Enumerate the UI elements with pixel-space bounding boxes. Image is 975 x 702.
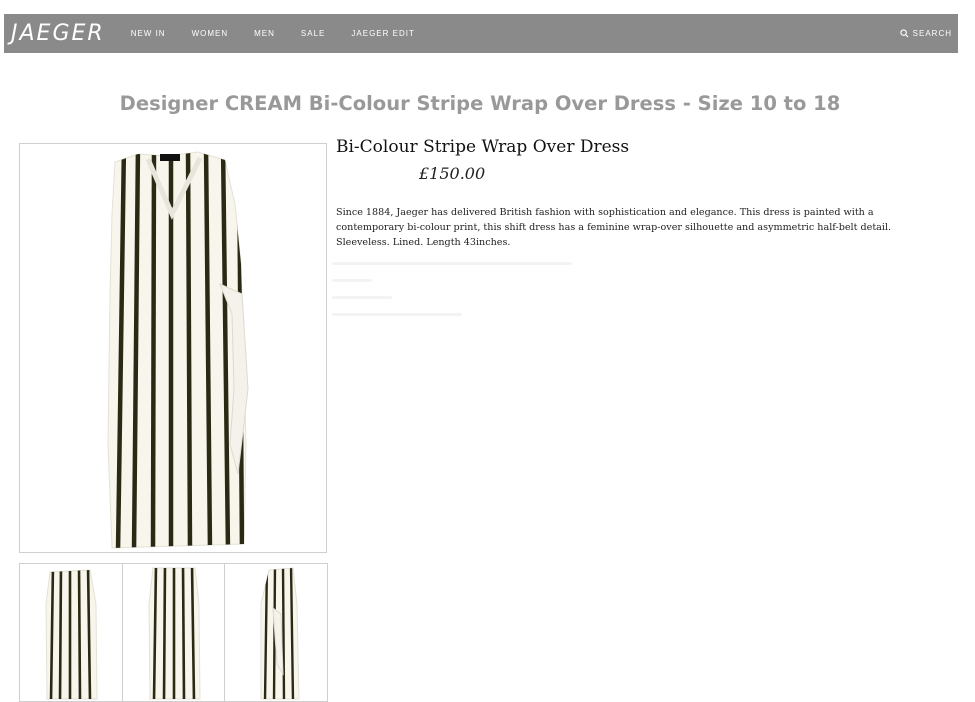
thumbnail-strip [19,563,329,702]
product-description: Since 1884, Jaeger has delivered British… [336,207,892,248]
nav-item-new-in[interactable]: NEW IN [131,29,166,38]
dress-thumbnail-back [148,567,201,700]
page-title: Designer CREAM Bi-Colour Stripe Wrap Ove… [119,92,841,115]
nav-item-jaeger-edit[interactable]: JAEGER EDIT [351,29,414,38]
thumbnail-side[interactable] [224,563,329,702]
nav-item-men[interactable]: MEN [254,29,275,38]
thumbnail-back[interactable] [121,563,226,702]
search-icon [900,29,909,38]
nav-item-women[interactable]: WOMEN [192,29,229,38]
product-price: £150.00 [419,164,486,183]
main-product-image[interactable] [19,143,327,553]
top-nav-bar: JAEGER NEW IN WOMEN MEN SALE JAEGER EDIT… [4,14,958,53]
product-name: Bi-Colour Stripe Wrap Over Dress [336,137,630,157]
nav-item-sale[interactable]: SALE [301,29,325,38]
faded-details-placeholder [332,262,582,322]
dress-front-image [107,151,249,549]
dress-thumbnail-side [260,567,300,700]
search-button[interactable]: SEARCH [900,14,952,53]
dress-thumbnail-front [45,569,98,700]
brand-logo[interactable]: JAEGER [11,21,105,46]
thumbnail-front[interactable] [19,563,123,702]
search-label: SEARCH [912,29,952,38]
